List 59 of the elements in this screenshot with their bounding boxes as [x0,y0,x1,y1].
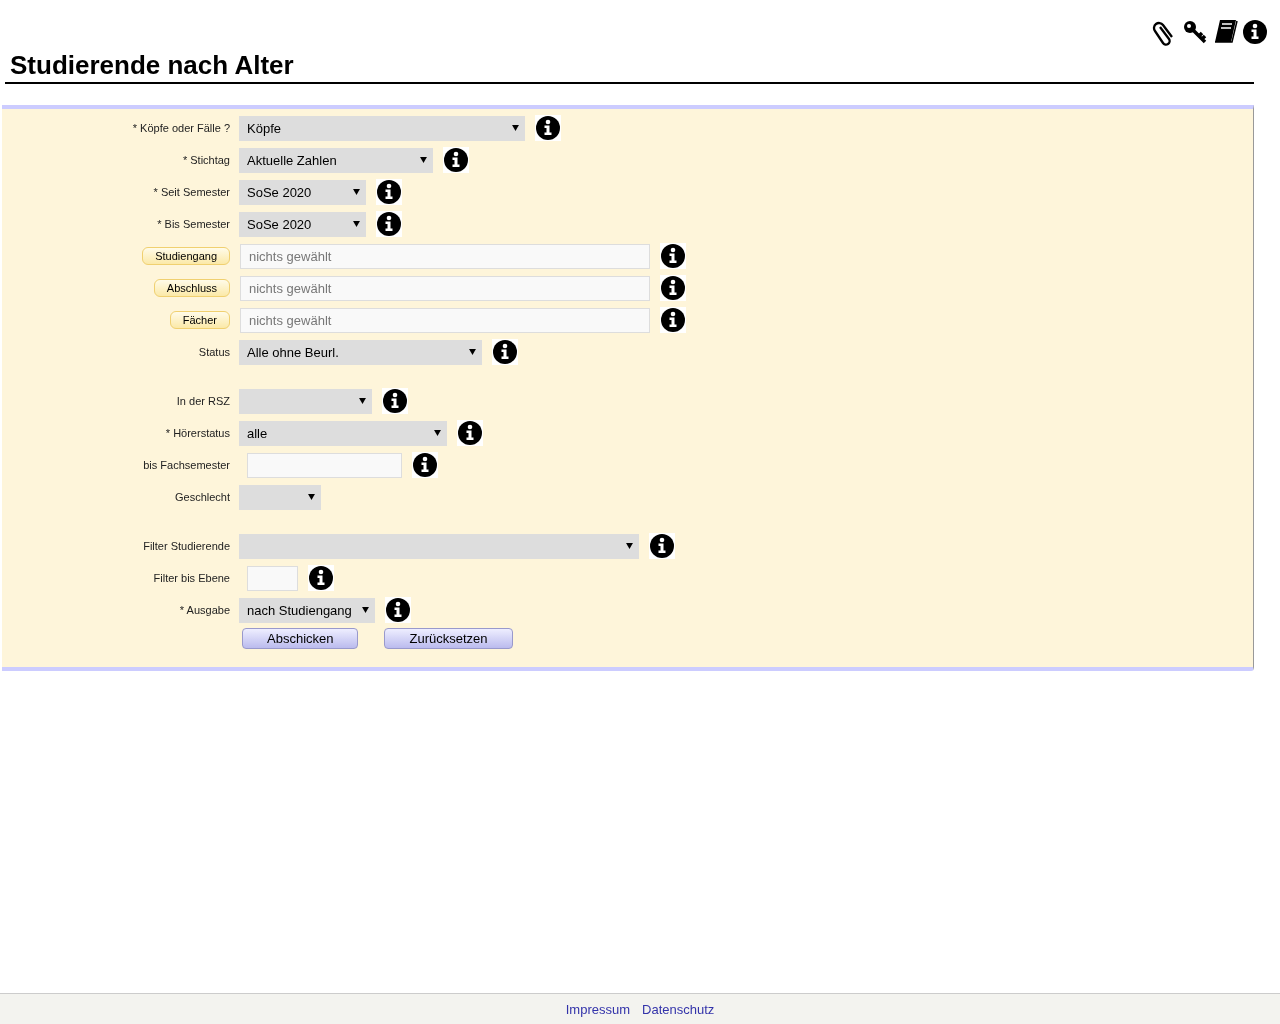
picker-button[interactable]: Abschluss [153,279,230,297]
info-icon[interactable] [382,388,408,414]
caret-icon [420,157,427,163]
info-icon[interactable] [1242,18,1268,46]
input-field[interactable] [247,565,298,591]
field-label: * Ausgabe [179,604,230,616]
dropdown[interactable]: SoSe 2020 [239,211,366,237]
field-label: * Stichtag [182,154,230,166]
form-button[interactable]: Zurücksetzen [384,628,513,649]
selection-field[interactable]: nichts gewählt [240,275,650,301]
info-icon[interactable] [443,147,469,173]
footer-link[interactable]: Datenschutz [642,1001,715,1017]
caret-icon [434,430,441,436]
page-title: Studierende nach Alter [5,48,1254,84]
dropdown[interactable]: alle [239,420,447,446]
info-icon[interactable] [376,179,402,205]
input-field[interactable] [247,452,402,478]
info-icon[interactable] [385,597,411,623]
key-icon[interactable] [1182,18,1208,46]
info-icon[interactable] [660,275,686,301]
field-label: Status [198,346,230,358]
info-icon[interactable] [457,420,483,446]
info-icon[interactable] [535,115,561,141]
field-label: * Hörerstatus [165,427,230,439]
dropdown[interactable]: nach Studiengang [239,597,375,623]
field-label: bis Fachsemester [143,459,230,471]
dropdown[interactable]: Köpfe [239,115,525,141]
picker-button[interactable]: Studiengang [142,247,230,265]
selection-field[interactable]: nichts gewählt [240,307,650,333]
field-label: In der RSZ [176,395,230,407]
info-icon[interactable] [412,452,438,478]
caret-icon [359,398,366,404]
field-label: Filter Studierende [143,540,230,552]
dropdown[interactable]: SoSe 2020 [239,179,366,205]
field-label: Filter bis Ebene [153,572,230,584]
info-icon[interactable] [376,211,402,237]
picker-button[interactable]: Fächer [169,311,230,329]
info-icon[interactable] [660,243,686,269]
dropdown[interactable]: Alle ohne Beurl. [239,339,482,365]
field-label: Geschlecht [174,491,230,503]
footer-link[interactable]: Impressum [565,1001,630,1017]
selection-field[interactable]: nichts gewählt [240,243,650,269]
caret-icon [512,125,519,131]
form-button[interactable]: Abschicken [242,628,359,649]
dropdown[interactable]: Aktuelle Zahlen [239,147,433,173]
caret-icon [469,349,476,355]
caret-icon [308,494,315,500]
info-icon[interactable] [492,339,518,365]
field-label: * Bis Semester [157,218,230,230]
book-icon[interactable] [1212,18,1238,46]
field-label: * Köpfe oder Fälle ? [132,122,230,134]
caret-icon [626,543,633,549]
info-icon[interactable] [660,307,686,333]
info-icon[interactable] [649,533,675,559]
caret-icon [362,607,369,613]
caret-icon [353,221,360,227]
info-icon[interactable] [308,565,334,591]
field-label: * Seit Semester [153,186,230,198]
caret-icon [353,189,360,195]
